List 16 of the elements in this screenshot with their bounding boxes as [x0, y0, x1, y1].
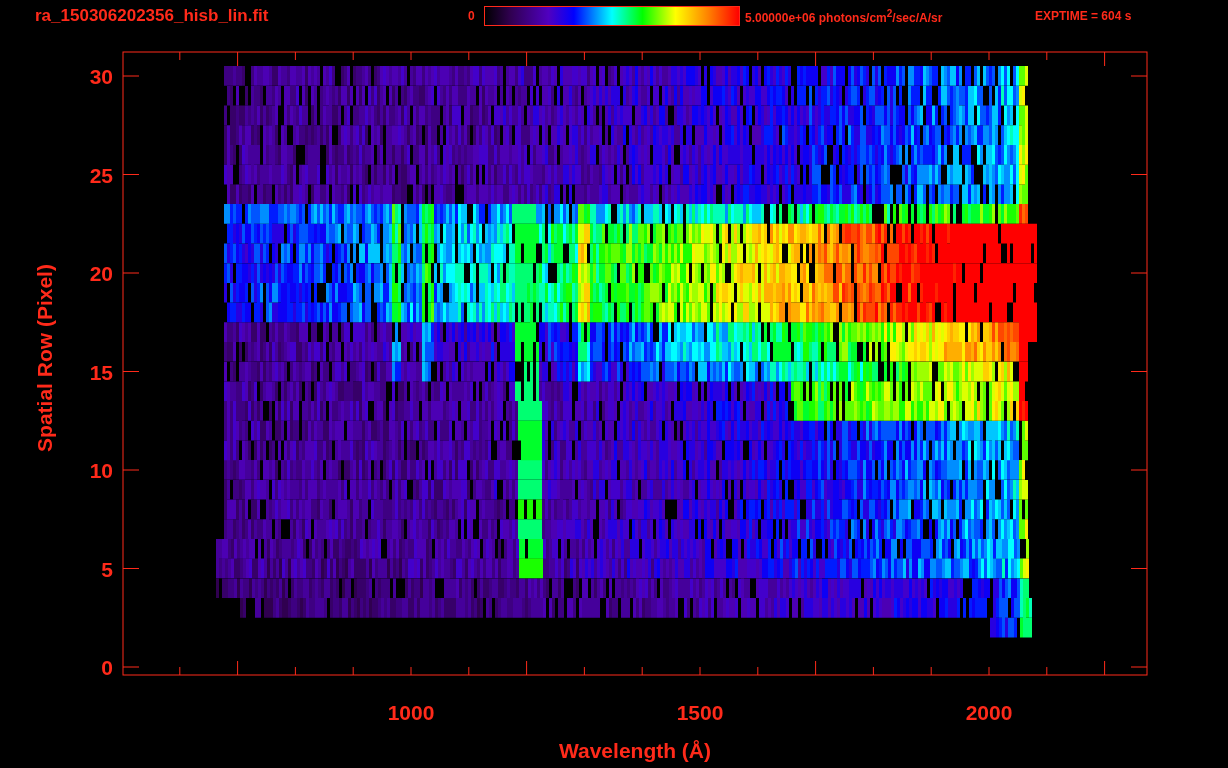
file-title: ra_150306202356_hisb_lin.fit — [35, 6, 270, 26]
x-tick-label: 2000 — [965, 701, 1013, 724]
y-tick-label: 10 — [89, 459, 113, 482]
y-axis-title: Spatial Row (Pixel) — [33, 264, 56, 452]
colorbar-min-label: 0 — [468, 9, 476, 23]
x-tick-label: 1000 — [387, 701, 435, 724]
exposure-time: EXPTIME = 604 s — [1035, 9, 1132, 23]
y-tick-label: 20 — [89, 262, 113, 285]
y-tick-label: 15 — [89, 360, 113, 384]
y-tick-label: 30 — [89, 65, 113, 88]
y-tick-label: 0 — [101, 656, 113, 679]
x-axis-title: Wavelength (Å) — [558, 739, 712, 762]
y-tick-label: 5 — [101, 557, 113, 581]
x-tick-label: 1500 — [676, 701, 724, 724]
y-tick-label: 25 — [89, 163, 113, 187]
colorbar-max-label: 5.00000e+06 photons/cm$^{2}$/sec/A/sr — [745, 7, 944, 25]
